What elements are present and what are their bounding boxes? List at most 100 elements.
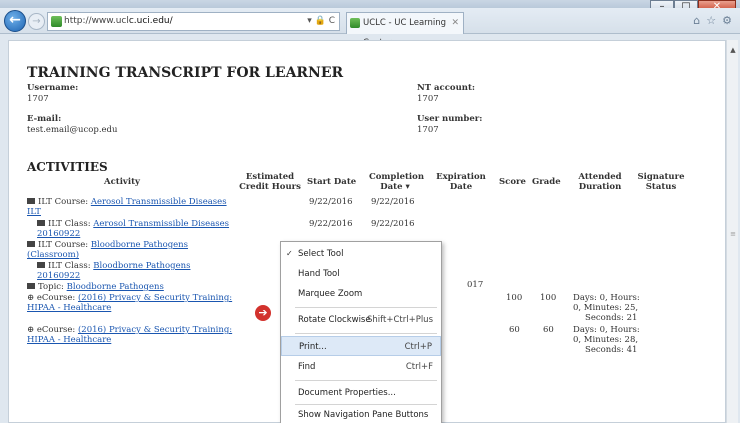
row-prefix: Topic:	[38, 282, 67, 292]
menu-item-label: Document Properties...	[298, 388, 396, 398]
table-row: ⊕ eCourse: (2016) Privacy & Security Tra…	[27, 325, 237, 345]
activity-link[interactable]: Bloodborne Pathogens	[93, 261, 190, 271]
activity-link-cont[interactable]: 20160922	[37, 229, 80, 239]
page-title: TRAINING TRANSCRIPT FOR LEARNER	[27, 65, 344, 81]
browser-toolbar: ← → http://www.uclc.uci.edu/ ▾ 🔒 C UCLC …	[0, 8, 740, 48]
row-prefix: eCourse:	[36, 293, 78, 303]
row-grade: 60	[543, 325, 554, 335]
username-label: Username:	[27, 83, 79, 93]
activity-link[interactable]: (2016) Privacy & Security Training:	[78, 325, 232, 335]
tab-close-icon[interactable]: ✕	[451, 13, 459, 33]
header-credit-hours[interactable]: Estimated Credit Hours	[237, 172, 303, 192]
header-credit-line2: Credit Hours	[239, 182, 301, 192]
row-score: 100	[506, 293, 523, 303]
menu-item-print[interactable]: Print... Ctrl+P	[281, 336, 441, 356]
row-prefix: ILT Course:	[38, 240, 91, 250]
header-attended-duration[interactable]: Attended Duration	[572, 172, 628, 192]
red-arrow-icon: ➔	[255, 305, 271, 321]
menu-separator	[295, 380, 437, 381]
header-expiration-line2: Date	[449, 182, 473, 192]
menu-item-rotate-clockwise[interactable]: Rotate Clockwise Shift+Ctrl+Plus	[281, 310, 441, 330]
header-activity[interactable]: Activity	[104, 177, 140, 187]
menu-item-document-properties[interactable]: Document Properties...	[281, 383, 441, 403]
activity-link-cont[interactable]: HIPAA - Healthcare	[27, 335, 111, 345]
address-bar[interactable]: http://www.uclc.uci.edu/ ▾ 🔒 C	[47, 12, 340, 31]
menu-item-marquee-zoom[interactable]: Marquee Zoom	[281, 284, 441, 304]
header-signature-status[interactable]: Signature Status	[637, 172, 685, 192]
row-prefix: ILT Course:	[38, 197, 91, 207]
activity-link[interactable]: Aerosol Transmissible Diseases	[93, 219, 229, 229]
gear-icon[interactable]: ⚙	[722, 14, 732, 27]
attended-line2: 0, Minutes: 28,	[573, 335, 639, 345]
activity-link-cont[interactable]: (Classroom)	[27, 250, 79, 260]
menu-item-label: Find	[298, 362, 316, 372]
activity-link[interactable]: Bloodborne Pathogens	[91, 240, 188, 250]
menu-item-hand-tool[interactable]: Hand Tool	[281, 264, 441, 284]
row-attended-duration: Days: 0, Hours: 0, Minutes: 28, Seconds:…	[573, 325, 643, 355]
attended-line1: Days: 0, Hours:	[573, 325, 640, 335]
menu-item-shortcut: Shift+Ctrl+Plus	[367, 315, 433, 325]
attended-line1: Days: 0, Hours:	[573, 293, 640, 303]
star-icon[interactable]: ☆	[706, 14, 716, 27]
browser-tab[interactable]: UCLC - UC Learning Center... ✕	[346, 12, 464, 48]
menu-item-show-navigation-pane-buttons[interactable]: Show Navigation Pane Buttons	[281, 405, 441, 423]
activity-link-cont[interactable]: HIPAA - Healthcare	[27, 303, 111, 313]
row-completion-date: 9/22/2016	[371, 197, 415, 207]
site-favicon-icon	[51, 16, 62, 27]
header-grade[interactable]: Grade	[532, 177, 561, 187]
activity-link[interactable]: Aerosol Transmissible Diseases	[91, 197, 227, 207]
ecourse-icon: ⊕	[27, 293, 37, 303]
table-row: ⊕ eCourse: (2016) Privacy & Security Tra…	[27, 293, 237, 313]
header-signature-line1: Signature	[637, 172, 685, 182]
user-number-label: User number:	[417, 114, 483, 124]
url-prefix: http://www.ucl	[64, 16, 129, 26]
table-row: ILT Class: Bloodborne Pathogens 20160922	[37, 261, 237, 281]
table-row: ILT Course: Bloodborne Pathogens (Classr…	[27, 240, 237, 260]
course-icon	[27, 241, 35, 247]
header-expiration-date[interactable]: Expiration Date	[435, 172, 487, 192]
menu-item-label: Marquee Zoom	[298, 289, 363, 299]
header-completion-line2: Date ▾	[380, 182, 410, 192]
vertical-scrollbar[interactable]: ▲ ≡	[726, 40, 738, 423]
header-attended-line1: Attended	[578, 172, 622, 182]
row-completion-date: 9/22/2016	[371, 219, 415, 229]
header-completion-date[interactable]: Completion Date ▾	[369, 172, 425, 192]
attended-line2: 0, Minutes: 25,	[573, 303, 639, 313]
tab-favicon-icon	[350, 18, 360, 28]
row-start-date: 9/22/2016	[309, 197, 353, 207]
email-value: test.email@ucop.edu	[27, 125, 118, 135]
menu-item-shortcut: Ctrl+P	[404, 342, 432, 352]
row-start-date: 9/22/2016	[309, 219, 353, 229]
activity-link-cont[interactable]: 20160922	[37, 271, 80, 281]
address-bar-icons[interactable]: ▾ 🔒 C	[307, 13, 335, 30]
home-icon[interactable]: ⌂	[693, 14, 700, 27]
header-score[interactable]: Score	[499, 177, 526, 187]
row-prefix: ILT Class:	[48, 261, 94, 271]
browser-icons: ⌂ ☆ ⚙	[693, 14, 732, 27]
menu-item-label: Show Navigation Pane Buttons	[298, 410, 429, 420]
activity-link[interactable]: (2016) Privacy & Security Training:	[78, 293, 232, 303]
activity-link[interactable]: Bloodborne Pathogens	[67, 282, 164, 292]
menu-separator	[295, 333, 437, 334]
table-row: Topic: Bloodborne Pathogens	[27, 282, 237, 292]
scroll-grip-icon[interactable]: ≡	[729, 230, 737, 240]
activity-link-cont[interactable]: ILT	[27, 207, 41, 217]
ecourse-icon: ⊕	[27, 325, 37, 335]
course-icon	[27, 198, 35, 204]
header-credit-line1: Estimated	[245, 172, 295, 182]
topic-icon	[27, 283, 35, 289]
header-start-date[interactable]: Start Date	[307, 177, 356, 187]
header-expiration-line1: Expiration	[436, 172, 486, 182]
checkmark-icon: ✓	[286, 249, 293, 258]
menu-item-find[interactable]: Find Ctrl+F	[281, 357, 441, 377]
menu-item-select-tool[interactable]: ✓ Select Tool	[281, 244, 441, 264]
header-completion-line1: Completion	[369, 172, 425, 182]
back-arrow-icon[interactable]: ←	[4, 10, 26, 32]
forward-arrow-icon[interactable]: →	[28, 13, 45, 30]
url-domain: c.uci.edu/	[128, 16, 173, 26]
row-prefix: eCourse:	[36, 325, 78, 335]
scroll-up-icon[interactable]: ▲	[727, 46, 739, 54]
menu-item-label: Rotate Clockwise	[298, 315, 371, 325]
table-row: ILT Course: Aerosol Transmissible Diseas…	[27, 197, 237, 217]
nt-account-label: NT account:	[417, 83, 476, 93]
